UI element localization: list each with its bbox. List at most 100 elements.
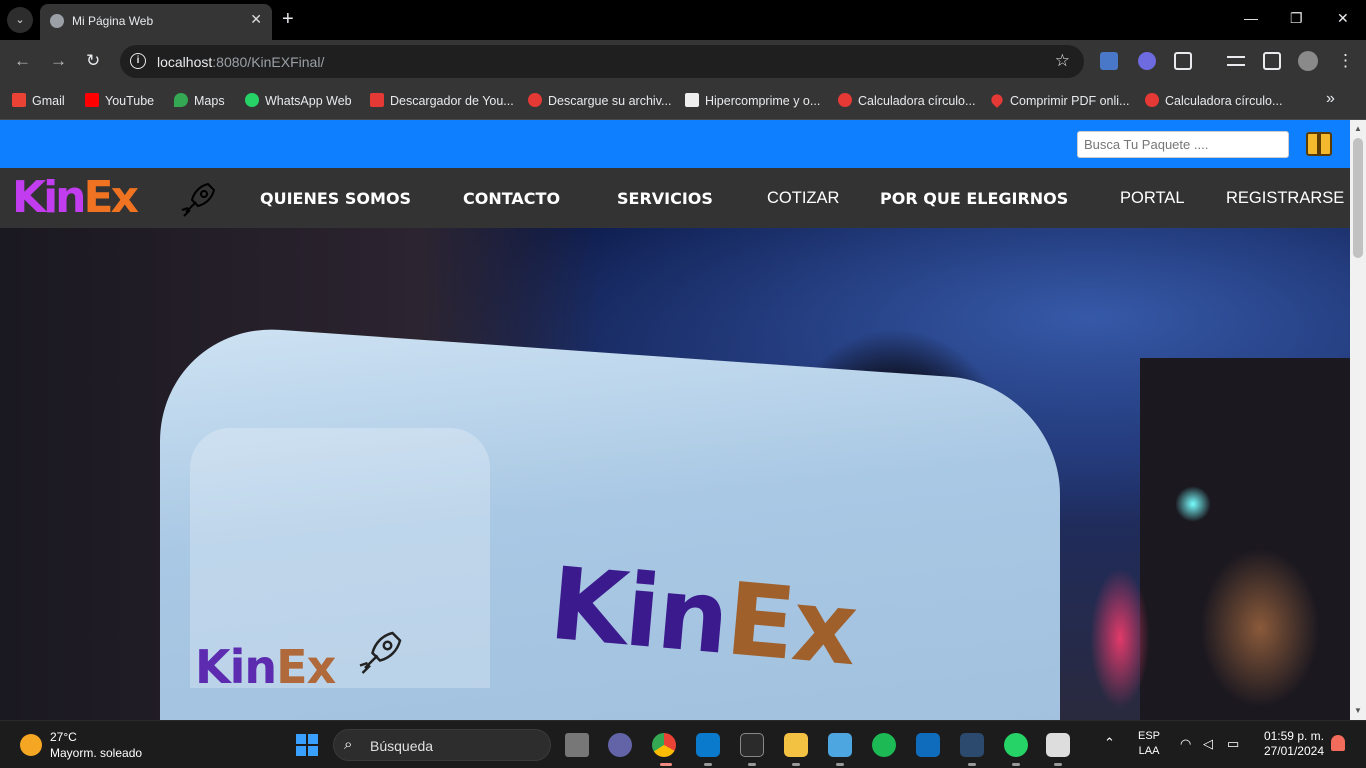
nav-cotizar[interactable]: COTIZAR <box>767 189 839 208</box>
maps-icon <box>174 93 188 107</box>
tab-close-icon[interactable]: ✕ <box>250 11 262 28</box>
side-panel-icon[interactable] <box>1263 52 1281 70</box>
tab-title: Mi Página Web <box>72 14 154 28</box>
task-view-icon[interactable] <box>565 733 589 757</box>
heart-icon <box>989 92 1005 108</box>
chrome-icon[interactable] <box>652 733 676 757</box>
convert-icon <box>528 93 542 107</box>
city-light <box>1090 568 1150 708</box>
wifi-icon[interactable]: ◠ <box>1180 736 1191 751</box>
translate-extension-icon[interactable] <box>1100 52 1118 70</box>
address-bar[interactable]: i localhost:8080/KinEXFinal/ ☆ <box>120 45 1084 78</box>
bookmark-maps[interactable]: Maps <box>174 93 225 108</box>
download-icon <box>370 93 384 107</box>
system-clock[interactable]: 01:59 p. m. 27/01/2024 <box>1252 729 1324 759</box>
extension-icon[interactable] <box>1138 52 1156 70</box>
tab-active[interactable]: Mi Página Web ✕ <box>40 4 272 40</box>
vscode-icon[interactable] <box>696 733 720 757</box>
app-indicator <box>704 763 712 766</box>
nav-quienes-somos[interactable]: QUIENES SOMOS <box>260 189 411 208</box>
extensions-puzzle-icon[interactable] <box>1174 52 1192 70</box>
nav-registrarse[interactable]: REGISTRARSE <box>1226 189 1344 208</box>
calculator-icon <box>1145 93 1159 107</box>
bookmark-descargue[interactable]: Descargue su archiv... <box>528 93 671 108</box>
page-viewport: KinEx QUIENES SOMOS CONTACTO SERVICIOS C… <box>0 120 1350 720</box>
new-tab-button[interactable]: + <box>282 8 294 31</box>
nav-contacto[interactable]: CONTACTO <box>463 189 560 208</box>
youtube-icon <box>85 93 99 107</box>
kinex-logo[interactable]: KinEx <box>12 174 139 222</box>
file-explorer-icon[interactable] <box>784 733 808 757</box>
taskbar-search-label: Búsqueda <box>370 738 434 754</box>
nav-servicios[interactable]: SERVICIOS <box>617 189 713 208</box>
tab-search-button[interactable]: ⌄ <box>7 7 33 33</box>
close-window-button[interactable]: ✕ <box>1337 10 1349 27</box>
bookmark-calculadora-1[interactable]: Calculadora círculo... <box>838 93 975 108</box>
nav-portal[interactable]: PORTAL <box>1120 189 1185 208</box>
globe-icon <box>50 14 64 28</box>
bookmark-calculadora-2[interactable]: Calculadora círculo... <box>1145 93 1282 108</box>
gmail-icon <box>12 93 26 107</box>
scrollbar-thumb[interactable] <box>1353 138 1363 258</box>
whatsapp-icon[interactable] <box>1004 733 1028 757</box>
bookmark-gmail[interactable]: Gmail <box>12 93 65 108</box>
back-icon[interactable]: ← <box>14 51 31 71</box>
profile-avatar[interactable] <box>1298 51 1318 71</box>
nav-por-que-elegirnos[interactable]: POR QUE ELEGIRNOS <box>880 189 1068 208</box>
whatsapp-icon <box>245 93 259 107</box>
browser-toolbar: ← → ↻ i localhost:8080/KinEXFinal/ ☆ ⋮ <box>0 40 1366 84</box>
minimize-button[interactable]: — <box>1244 10 1258 26</box>
bookmark-whatsapp[interactable]: WhatsApp Web <box>245 93 352 108</box>
chevron-up-icon[interactable]: ⌃ <box>1104 735 1115 750</box>
url-text: localhost:8080/KinEXFinal/ <box>157 54 325 70</box>
volume-icon[interactable]: ◁ <box>1203 736 1213 751</box>
language-indicator[interactable]: ESP LAA <box>1138 729 1160 759</box>
bookmark-star-icon[interactable]: ☆ <box>1055 51 1070 71</box>
bookmark-youtube[interactable]: YouTube <box>85 93 154 108</box>
spotify-icon[interactable] <box>872 733 896 757</box>
teams-icon[interactable] <box>608 733 632 757</box>
virtualbox-icon[interactable] <box>828 733 852 757</box>
app-indicator <box>836 763 844 766</box>
search-icon: ⌕ <box>344 736 353 753</box>
scroll-up-icon[interactable]: ▲ <box>1354 124 1362 133</box>
snipping-tool-icon[interactable] <box>1046 733 1070 757</box>
package-search-input[interactable] <box>1077 131 1289 158</box>
app-indicator <box>792 763 800 766</box>
menu-icon[interactable]: ⋮ <box>1337 51 1354 71</box>
page-scrollbar[interactable]: ▲ ▼ <box>1350 120 1366 720</box>
app-indicator <box>1054 763 1062 766</box>
weather-sun-icon[interactable] <box>20 734 42 756</box>
van-small-logo: KinEx <box>195 640 336 694</box>
notification-bell-icon[interactable] <box>1331 735 1345 751</box>
mysql-workbench-icon[interactable] <box>960 733 984 757</box>
main-navbar: KinEx QUIENES SOMOS CONTACTO SERVICIOS C… <box>0 168 1350 228</box>
media-control-icon[interactable] <box>1227 56 1245 66</box>
rocket-icon <box>181 182 216 217</box>
package-box-icon[interactable] <box>1306 132 1332 156</box>
hero-image: KinEx KinEx <box>0 228 1350 720</box>
rocket-icon <box>359 631 402 674</box>
app-indicator <box>748 763 756 766</box>
bookmark-comprimir-pdf[interactable]: Comprimir PDF onli... <box>989 92 1129 108</box>
bookmark-descargador[interactable]: Descargador de You... <box>370 93 514 108</box>
bookmarks-bar: Gmail YouTube Maps WhatsApp Web Descarga… <box>0 84 1366 120</box>
reload-icon[interactable]: ↻ <box>86 51 100 71</box>
weather-temperature[interactable]: 27°C <box>50 730 77 744</box>
outlook-icon[interactable] <box>916 733 940 757</box>
active-app-indicator <box>660 763 672 766</box>
browser-titlebar: ⌄ Mi Página Web ✕ + — ❐ ✕ <box>0 0 1366 40</box>
more-bookmarks-icon[interactable]: » <box>1326 90 1335 108</box>
forward-icon[interactable]: → <box>50 51 67 71</box>
taskbar-search[interactable]: ⌕ Búsqueda <box>333 729 551 761</box>
site-info-icon[interactable]: i <box>130 53 146 69</box>
battery-icon[interactable]: ▭ <box>1227 736 1239 751</box>
terminal-icon[interactable] <box>740 733 764 757</box>
street-light <box>1175 486 1211 522</box>
weather-description[interactable]: Mayorm. soleado <box>50 746 142 760</box>
scroll-down-icon[interactable]: ▼ <box>1354 706 1362 715</box>
bookmark-hipercomprime[interactable]: Hipercomprime y o... <box>685 93 820 108</box>
windows-start-icon[interactable] <box>296 734 318 756</box>
app-indicator <box>1012 763 1020 766</box>
restore-button[interactable]: ❐ <box>1290 10 1303 27</box>
